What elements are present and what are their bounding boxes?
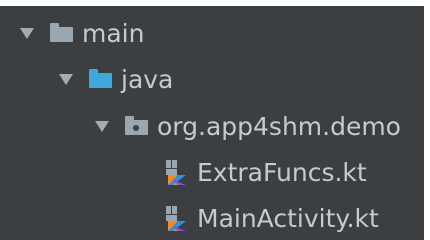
tree-item-java[interactable]: java (0, 56, 424, 102)
expand-arrow-icon[interactable] (95, 120, 109, 132)
package-icon (125, 116, 148, 135)
tree-item-label: java (121, 64, 174, 94)
tree-item-extrafuncs[interactable]: ExtraFuncs.kt (0, 149, 424, 195)
tree-item-label: main (82, 18, 145, 48)
tree-item-mainactivity[interactable]: MainActivity.kt (0, 195, 424, 240)
kotlin-file-icon (166, 160, 186, 185)
project-tree-panel: main java org.app4shm.demo ExtraFuncs.kt (0, 6, 424, 240)
tree-item-label: org.app4shm.demo (157, 111, 401, 141)
tree-item-package[interactable]: org.app4shm.demo (0, 103, 424, 149)
source-folder-icon (89, 69, 112, 88)
expand-arrow-icon[interactable] (59, 73, 73, 85)
kotlin-file-icon (166, 206, 186, 231)
folder-icon (50, 23, 73, 42)
tree-item-main[interactable]: main (0, 10, 424, 56)
tree-item-label: MainActivity.kt (197, 203, 379, 233)
expand-arrow-icon[interactable] (20, 27, 34, 39)
tree-item-label: ExtraFuncs.kt (197, 157, 367, 187)
